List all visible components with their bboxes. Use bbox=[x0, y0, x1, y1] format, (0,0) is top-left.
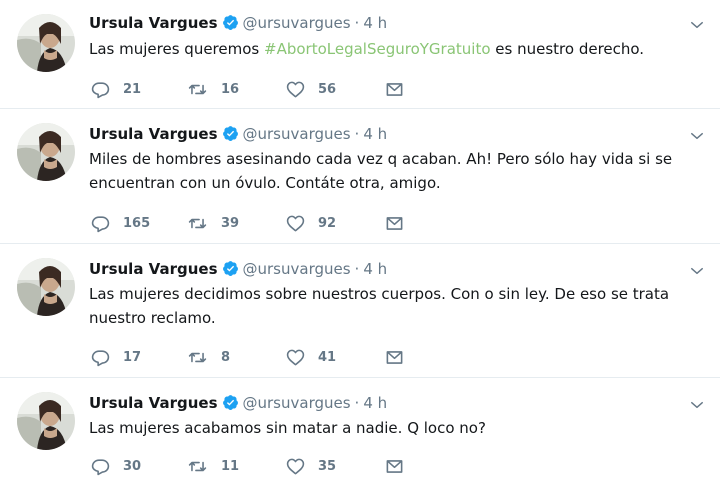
heart-icon bbox=[286, 80, 305, 99]
avatar[interactable] bbox=[17, 392, 75, 450]
hashtag-link[interactable]: #AbortoLegalSeguroYGratuito bbox=[264, 40, 491, 58]
chevron-down-icon[interactable] bbox=[690, 128, 704, 142]
like-button[interactable]: 41 bbox=[286, 347, 336, 367]
handle[interactable]: @ursuvargues bbox=[243, 260, 351, 278]
retweet-count: 11 bbox=[221, 458, 240, 474]
retweet-icon bbox=[187, 80, 208, 99]
avatar[interactable] bbox=[17, 258, 75, 316]
avatar[interactable] bbox=[17, 123, 75, 181]
verified-badge-icon bbox=[222, 14, 239, 36]
tweet-text: Miles de hombres asesinando cada vez q a… bbox=[89, 150, 673, 192]
chevron-down-icon[interactable] bbox=[690, 263, 704, 277]
reply-icon bbox=[91, 348, 110, 367]
retweet-button[interactable]: 16 bbox=[187, 79, 239, 99]
direct-message-button[interactable] bbox=[385, 456, 404, 476]
tweet-text-part: es nuestro derecho. bbox=[490, 40, 645, 58]
tweet-text: Las mujeres acabamos sin matar a nadie. … bbox=[89, 419, 486, 437]
tweet-header: Ursula Vargues @ursuvargues · 4 h bbox=[89, 393, 387, 413]
reply-button[interactable]: 21 bbox=[91, 79, 141, 99]
reply-count: 30 bbox=[123, 458, 142, 474]
retweet-count: 16 bbox=[221, 81, 240, 97]
heart-icon bbox=[286, 214, 305, 233]
retweet-icon bbox=[187, 214, 208, 233]
reply-button[interactable]: 165 bbox=[91, 213, 150, 233]
timestamp[interactable]: 4 h bbox=[363, 394, 387, 412]
chevron-down-icon[interactable] bbox=[690, 397, 704, 411]
handle[interactable]: @ursuvargues bbox=[243, 125, 351, 143]
tweet-text: Las mujeres queremos #AbortoLegalSeguroY… bbox=[89, 37, 689, 61]
tweet-text-part: Las mujeres queremos bbox=[89, 40, 264, 58]
tweet-header: Ursula Vargues @ursuvargues · 4 h bbox=[89, 259, 387, 279]
separator: · bbox=[354, 260, 360, 278]
avatar[interactable] bbox=[17, 14, 75, 72]
chevron-down-icon[interactable] bbox=[690, 17, 704, 31]
handle[interactable]: @ursuvargues bbox=[243, 14, 351, 32]
envelope-icon bbox=[385, 214, 404, 233]
timestamp[interactable]: 4 h bbox=[363, 125, 387, 143]
reply-icon bbox=[91, 457, 110, 476]
tweet[interactable]: Ursula Vargues @ursuvargues · 4 h Las mujer… bbox=[0, 0, 720, 108]
timestamp[interactable]: 4 h bbox=[363, 260, 387, 278]
like-count: 41 bbox=[318, 349, 337, 365]
retweet-icon bbox=[187, 457, 208, 476]
retweet-button[interactable]: 11 bbox=[187, 456, 239, 476]
retweet-icon bbox=[187, 348, 208, 367]
retweet-count: 8 bbox=[221, 349, 231, 365]
display-name[interactable]: Ursula Vargues bbox=[89, 14, 218, 32]
display-name[interactable]: Ursula Vargues bbox=[89, 394, 218, 412]
tweet-header: Ursula Vargues @ursuvargues · 4 h bbox=[89, 124, 387, 144]
reply-count: 17 bbox=[123, 349, 142, 365]
direct-message-button[interactable] bbox=[385, 347, 404, 367]
display-name[interactable]: Ursula Vargues bbox=[89, 260, 218, 278]
like-count: 56 bbox=[318, 81, 337, 97]
reply-count: 21 bbox=[123, 81, 142, 97]
tweet-text: Las mujeres decidimos sobre nuestros cue… bbox=[89, 285, 670, 327]
tweet[interactable]: Ursula Vargues @ursuvargues · 4 h Las mujer… bbox=[0, 378, 720, 486]
tweet[interactable]: Ursula Vargues @ursuvargues · 4 h Miles de … bbox=[0, 109, 720, 243]
envelope-icon bbox=[385, 348, 404, 367]
like-count: 92 bbox=[318, 215, 337, 231]
retweet-button[interactable]: 8 bbox=[187, 347, 230, 367]
display-name[interactable]: Ursula Vargues bbox=[89, 125, 218, 143]
reply-button[interactable]: 30 bbox=[91, 456, 141, 476]
tweet-header: Ursula Vargues @ursuvargues · 4 h bbox=[89, 13, 387, 33]
reply-icon bbox=[91, 214, 110, 233]
heart-icon bbox=[286, 348, 305, 367]
handle[interactable]: @ursuvargues bbox=[243, 394, 351, 412]
heart-icon bbox=[286, 457, 305, 476]
like-button[interactable]: 35 bbox=[286, 456, 336, 476]
verified-badge-icon bbox=[222, 260, 239, 282]
retweet-button[interactable]: 39 bbox=[187, 213, 239, 233]
like-count: 35 bbox=[318, 458, 337, 474]
direct-message-button[interactable] bbox=[385, 213, 404, 233]
separator: · bbox=[354, 14, 360, 32]
verified-badge-icon bbox=[222, 125, 239, 147]
separator: · bbox=[354, 125, 360, 143]
verified-badge-icon bbox=[222, 394, 239, 416]
envelope-icon bbox=[385, 457, 404, 476]
reply-icon bbox=[91, 80, 110, 99]
retweet-count: 39 bbox=[221, 215, 240, 231]
like-button[interactable]: 92 bbox=[286, 213, 336, 233]
separator: · bbox=[354, 394, 360, 412]
envelope-icon bbox=[385, 80, 404, 99]
timestamp[interactable]: 4 h bbox=[363, 14, 387, 32]
direct-message-button[interactable] bbox=[385, 79, 404, 99]
tweet[interactable]: Ursula Vargues @ursuvargues · 4 h Las mujer… bbox=[0, 244, 720, 377]
reply-count: 165 bbox=[123, 215, 151, 231]
like-button[interactable]: 56 bbox=[286, 79, 336, 99]
reply-button[interactable]: 17 bbox=[91, 347, 141, 367]
